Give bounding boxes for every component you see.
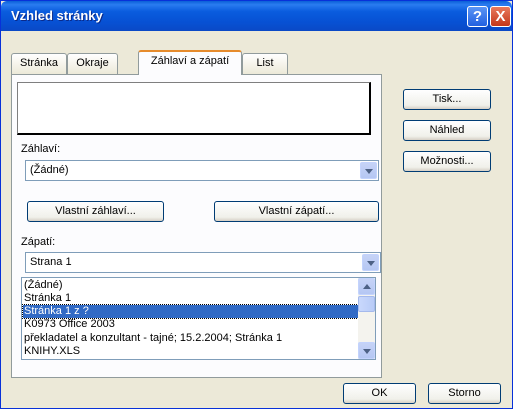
ok-button[interactable]: OK bbox=[343, 383, 416, 404]
list-scrollbar[interactable] bbox=[358, 278, 375, 359]
tab-page[interactable]: Stránka bbox=[11, 53, 67, 74]
title-bar[interactable]: Vzhled stránky ? X bbox=[1, 1, 512, 31]
close-button[interactable]: X bbox=[490, 6, 511, 27]
list-item[interactable]: K0973 Office 2003 bbox=[23, 318, 360, 331]
print-button[interactable]: Tisk... bbox=[403, 89, 491, 110]
chevron-up-icon bbox=[363, 284, 371, 289]
close-icon: X bbox=[495, 8, 506, 25]
scroll-down-button[interactable] bbox=[358, 342, 375, 359]
header-preview bbox=[17, 82, 371, 135]
footer-dropdown-button[interactable] bbox=[362, 254, 379, 271]
tab-sheet[interactable]: List bbox=[242, 53, 288, 74]
cancel-button[interactable]: Storno bbox=[428, 383, 501, 404]
options-button[interactable]: Možnosti... bbox=[403, 151, 491, 172]
header-select[interactable]: (Žádné) bbox=[25, 160, 379, 181]
header-select-value: (Žádné) bbox=[30, 164, 69, 176]
help-button[interactable]: ? bbox=[467, 6, 488, 27]
scroll-up-button[interactable] bbox=[358, 278, 375, 295]
tab-header-footer[interactable]: Záhlaví a zápatí bbox=[138, 50, 242, 75]
footer-select-value: Strana 1 bbox=[30, 256, 72, 268]
list-item[interactable]: Stránka 1 bbox=[23, 292, 360, 305]
custom-header-button[interactable]: Vlastní záhlaví... bbox=[27, 201, 164, 222]
header-dropdown-button[interactable] bbox=[360, 162, 377, 179]
footer-select[interactable]: Strana 1 bbox=[25, 252, 381, 273]
list-item[interactable]: (Žádné) bbox=[23, 279, 360, 292]
chevron-down-icon bbox=[367, 261, 375, 266]
list-item[interactable]: překladatel a konzultant - tajné; 15.2.2… bbox=[23, 332, 360, 345]
footer-options-list[interactable]: (Žádné) Stránka 1 Stránka 1 z ? K0973 Of… bbox=[21, 277, 376, 360]
footer-label: Zápatí: bbox=[21, 236, 56, 248]
preview-button[interactable]: Náhled bbox=[403, 120, 491, 141]
custom-footer-button[interactable]: Vlastní zápatí... bbox=[214, 201, 379, 222]
page-setup-dialog: Vzhled stránky ? X Stránka Okraje Záhlav… bbox=[0, 0, 513, 409]
tab-margins[interactable]: Okraje bbox=[67, 53, 118, 74]
list-item[interactable]: KNIHY.XLS bbox=[23, 345, 360, 358]
chevron-down-icon bbox=[365, 169, 373, 174]
list-item-selected[interactable]: Stránka 1 z ? bbox=[22, 304, 361, 319]
chevron-down-icon bbox=[363, 349, 371, 354]
header-label: Záhlaví: bbox=[21, 143, 61, 155]
scroll-thumb[interactable] bbox=[358, 296, 375, 312]
dialog-title: Vzhled stránky bbox=[11, 8, 103, 23]
help-icon: ? bbox=[472, 8, 483, 25]
